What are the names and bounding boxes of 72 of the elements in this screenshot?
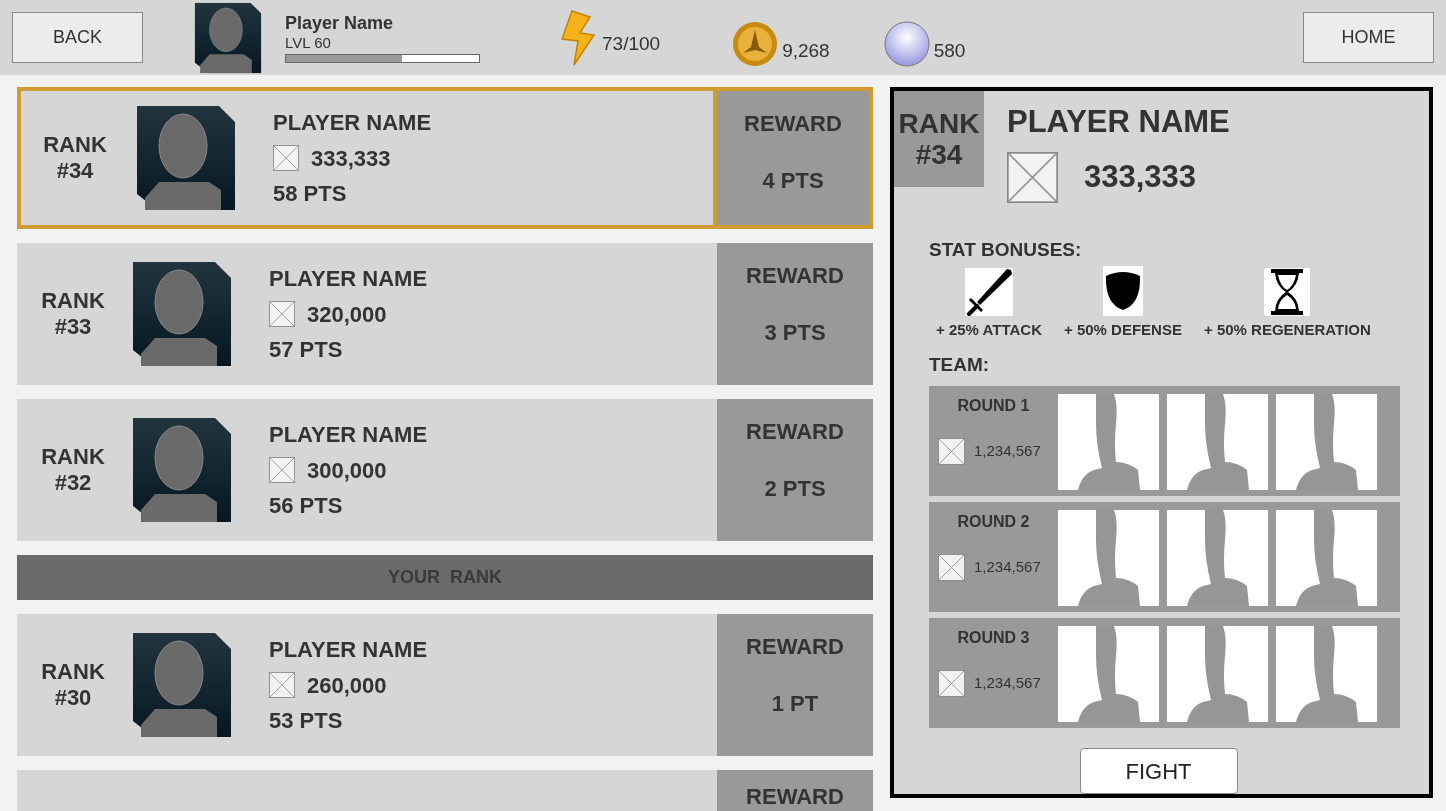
image-placeholder-icon (269, 672, 295, 698)
stat-bonuses-heading: STAT BONUSES: (929, 237, 1083, 262)
round-label: ROUND 2 (956, 512, 1031, 532)
leaderboard-row[interactable]: RANK #33 PLAYER NAME 320,000 57 PTS REWARD 3 PTS (17, 243, 873, 385)
score-text: 320,000 (307, 300, 387, 329)
sword-icon (965, 268, 1013, 316)
rank-number: #33 (54, 314, 92, 340)
rank-number: #32 (54, 470, 92, 496)
image-placeholder-icon (938, 438, 965, 465)
rank-label: RANK (41, 444, 105, 470)
lightning-icon (558, 8, 598, 67)
bonus-label: + 25% ATTACK (936, 320, 1042, 340)
leaderboard-row[interactable]: RANK #34 PLAYER NAME 333,333 58 PTS REWARD 4 PTS (17, 87, 873, 229)
player-name: Player Name (285, 12, 395, 34)
round-score: 1,234,567 (974, 441, 1041, 462)
rank-label: RANK (43, 132, 107, 158)
image-placeholder-icon (938, 554, 965, 581)
coin-icon (732, 20, 779, 67)
player-name: PLAYER NAME (1007, 103, 1230, 141)
fight-button[interactable]: FIGHT (1079, 748, 1238, 794)
image-placeholder-icon (938, 670, 965, 697)
gems-text: 580 (933, 39, 966, 63)
rank-label: RANK (41, 288, 105, 314)
score-text: 333,333 (1084, 157, 1197, 196)
reward-label: REWARD (746, 262, 844, 290)
level-text: LVL 60 (285, 34, 332, 52)
score-text: 260,000 (307, 671, 387, 700)
rank-number: #30 (54, 685, 92, 711)
player-name: PLAYER NAME (269, 420, 428, 449)
reward-label: REWARD (744, 110, 842, 138)
reward-points: 2 PTS (764, 475, 826, 503)
points-text: 53 PTS (269, 706, 344, 735)
round-score: 1,234,567 (974, 673, 1041, 694)
team-heading: TEAM: (929, 352, 991, 377)
home-button[interactable]: HOME (1303, 12, 1434, 63)
avatar-placeholder (194, 2, 262, 73)
bonus-label: + 50% REGENERATION (1203, 320, 1371, 340)
round-label: ROUND 1 (956, 396, 1031, 416)
round-label: ROUND 3 (956, 628, 1031, 648)
player-name: PLAYER NAME (273, 108, 432, 137)
points-text: 57 PTS (269, 335, 344, 364)
points-text: 58 PTS (273, 179, 348, 208)
player-name: PLAYER NAME (269, 264, 428, 293)
reward-points: 1 PT (771, 690, 819, 718)
rank-label: RANK (898, 108, 980, 139)
coins-text: 9,268 (782, 39, 830, 63)
round-score: 1,234,567 (974, 557, 1041, 578)
hourglass-icon (1264, 268, 1311, 316)
player-name: PLAYER NAME (269, 635, 428, 664)
image-placeholder-icon (269, 301, 295, 327)
leaderboard-row[interactable]: REWARD (17, 770, 873, 811)
reward-points: 4 PTS (762, 167, 824, 195)
reward-label: REWARD (746, 633, 844, 661)
rank-number: #34 (56, 158, 94, 184)
image-placeholder-icon (1007, 151, 1058, 203)
points-text: 56 PTS (269, 491, 344, 520)
reward-label: REWARD (746, 418, 844, 446)
reward-points: 3 PTS (764, 319, 826, 347)
bonus-label: + 50% DEFENSE (1064, 320, 1182, 340)
leaderboard-row[interactable]: RANK #32 PLAYER NAME 300,000 56 PTS REWARD 2 PTS (17, 399, 873, 541)
image-placeholder-icon (273, 145, 299, 171)
gem-orb-icon (883, 20, 930, 67)
rank-label: RANK (41, 659, 105, 685)
reward-label: REWARD (746, 783, 844, 811)
score-text: 300,000 (307, 456, 387, 485)
image-placeholder-icon (269, 457, 295, 483)
leaderboard-row[interactable]: RANK #30 PLAYER NAME 260,000 53 PTS REWARD 1 PT (17, 614, 873, 756)
rank-number: #34 (915, 139, 963, 170)
shield-icon (1103, 266, 1143, 316)
back-button[interactable]: BACK (12, 12, 143, 63)
score-text: 333,333 (311, 144, 391, 173)
energy-text: 73/100 (602, 32, 661, 56)
